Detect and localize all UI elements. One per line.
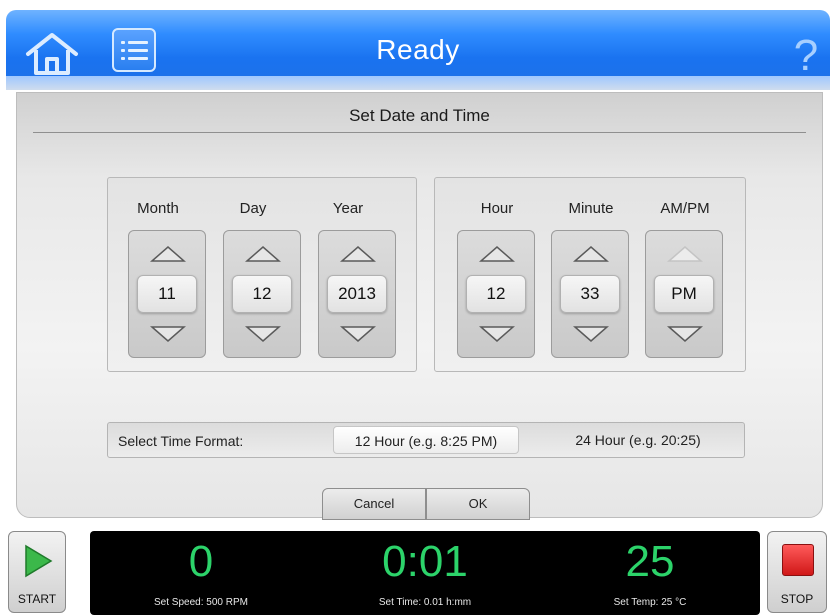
start-button[interactable]: START bbox=[8, 531, 66, 613]
time-group: Hour Minute AM/PM 12 33 PM bbox=[434, 177, 746, 372]
ampm-down-arrow-icon[interactable] bbox=[647, 315, 723, 355]
hour-value: 12 bbox=[486, 284, 506, 303]
play-icon bbox=[25, 544, 53, 578]
day-up-arrow-icon[interactable] bbox=[225, 233, 301, 273]
day-value: 12 bbox=[252, 284, 272, 303]
month-up-arrow-icon[interactable] bbox=[130, 233, 206, 273]
year-label: Year bbox=[332, 200, 364, 217]
year-spinner: 2013 bbox=[318, 230, 396, 358]
help-icon: ? bbox=[793, 31, 819, 80]
time-readout: 0:01 bbox=[382, 537, 468, 586]
screen-title: Ready bbox=[376, 34, 460, 65]
temp-readout: 25 bbox=[625, 537, 675, 586]
title-divider bbox=[33, 132, 806, 133]
year-value: 2013 bbox=[338, 284, 376, 303]
minute-spinner: 33 bbox=[551, 230, 629, 358]
speed-readout: 0 bbox=[188, 537, 214, 586]
time-format-selector: Select Time Format: 12 Hour (e.g. 8:25 P… bbox=[107, 422, 745, 458]
time-format-label: Select Time Format: bbox=[118, 433, 244, 449]
minute-label: Minute bbox=[568, 200, 614, 217]
minute-up-arrow-icon[interactable] bbox=[553, 233, 629, 273]
stop-button[interactable]: STOP bbox=[767, 531, 827, 613]
dialog-title: Set Date and Time bbox=[349, 106, 490, 125]
month-value-box: 11 bbox=[137, 275, 197, 313]
cancel-button[interactable]: Cancel bbox=[322, 488, 426, 520]
format-24-hour-option[interactable]: 24 Hour (e.g. 20:25) bbox=[538, 426, 738, 454]
run-status-display: 0 Set Speed: 500 RPM 0:01 Set Time: 0.01… bbox=[90, 531, 760, 615]
ampm-label: AM/PM bbox=[660, 200, 710, 217]
set-temp-text: Set Temp: 25 °C bbox=[613, 597, 687, 608]
hour-down-arrow-icon[interactable] bbox=[459, 315, 535, 355]
format-12-hour-option[interactable]: 12 Hour (e.g. 8:25 PM) bbox=[333, 426, 519, 454]
minute-value-box: 33 bbox=[560, 275, 620, 313]
hour-spinner: 12 bbox=[457, 230, 535, 358]
year-up-arrow-icon[interactable] bbox=[320, 233, 396, 273]
day-spinner: 12 bbox=[223, 230, 301, 358]
year-value-box: 2013 bbox=[327, 275, 387, 313]
help-button[interactable]: ? bbox=[788, 34, 824, 80]
ampm-value: PM bbox=[671, 284, 697, 303]
minute-down-arrow-icon[interactable] bbox=[553, 315, 629, 355]
set-date-time-dialog: Set Date and Time Month Day Year 11 12 2… bbox=[16, 92, 823, 520]
set-time-text: Set Time: 0.01 h:mm bbox=[378, 597, 472, 608]
date-group: Month Day Year 11 12 2013 bbox=[107, 177, 417, 372]
day-label: Day bbox=[239, 200, 267, 217]
month-down-arrow-icon[interactable] bbox=[130, 315, 206, 355]
hour-label: Hour bbox=[480, 200, 514, 217]
hour-up-arrow-icon[interactable] bbox=[459, 233, 535, 273]
stop-icon bbox=[782, 544, 814, 576]
month-spinner: 11 bbox=[128, 230, 206, 358]
day-value-box: 12 bbox=[232, 275, 292, 313]
ampm-up-arrow-icon bbox=[667, 246, 703, 262]
header-bar: Ready ? bbox=[6, 10, 830, 90]
ampm-value-box: PM bbox=[654, 275, 714, 313]
set-speed-text: Set Speed: 500 RPM bbox=[154, 597, 248, 608]
stop-label: STOP bbox=[780, 592, 814, 606]
hour-value-box: 12 bbox=[466, 275, 526, 313]
year-down-arrow-icon[interactable] bbox=[320, 315, 396, 355]
start-label: START bbox=[17, 592, 57, 606]
app-screen: Ready ? Set Date and Time Month Day Year… bbox=[0, 0, 830, 616]
month-value: 11 bbox=[158, 284, 176, 303]
ampm-spinner: PM bbox=[645, 230, 723, 358]
month-label: Month bbox=[137, 200, 179, 217]
ok-button[interactable]: OK bbox=[426, 488, 530, 520]
minute-value: 33 bbox=[580, 284, 600, 303]
day-down-arrow-icon[interactable] bbox=[225, 315, 301, 355]
